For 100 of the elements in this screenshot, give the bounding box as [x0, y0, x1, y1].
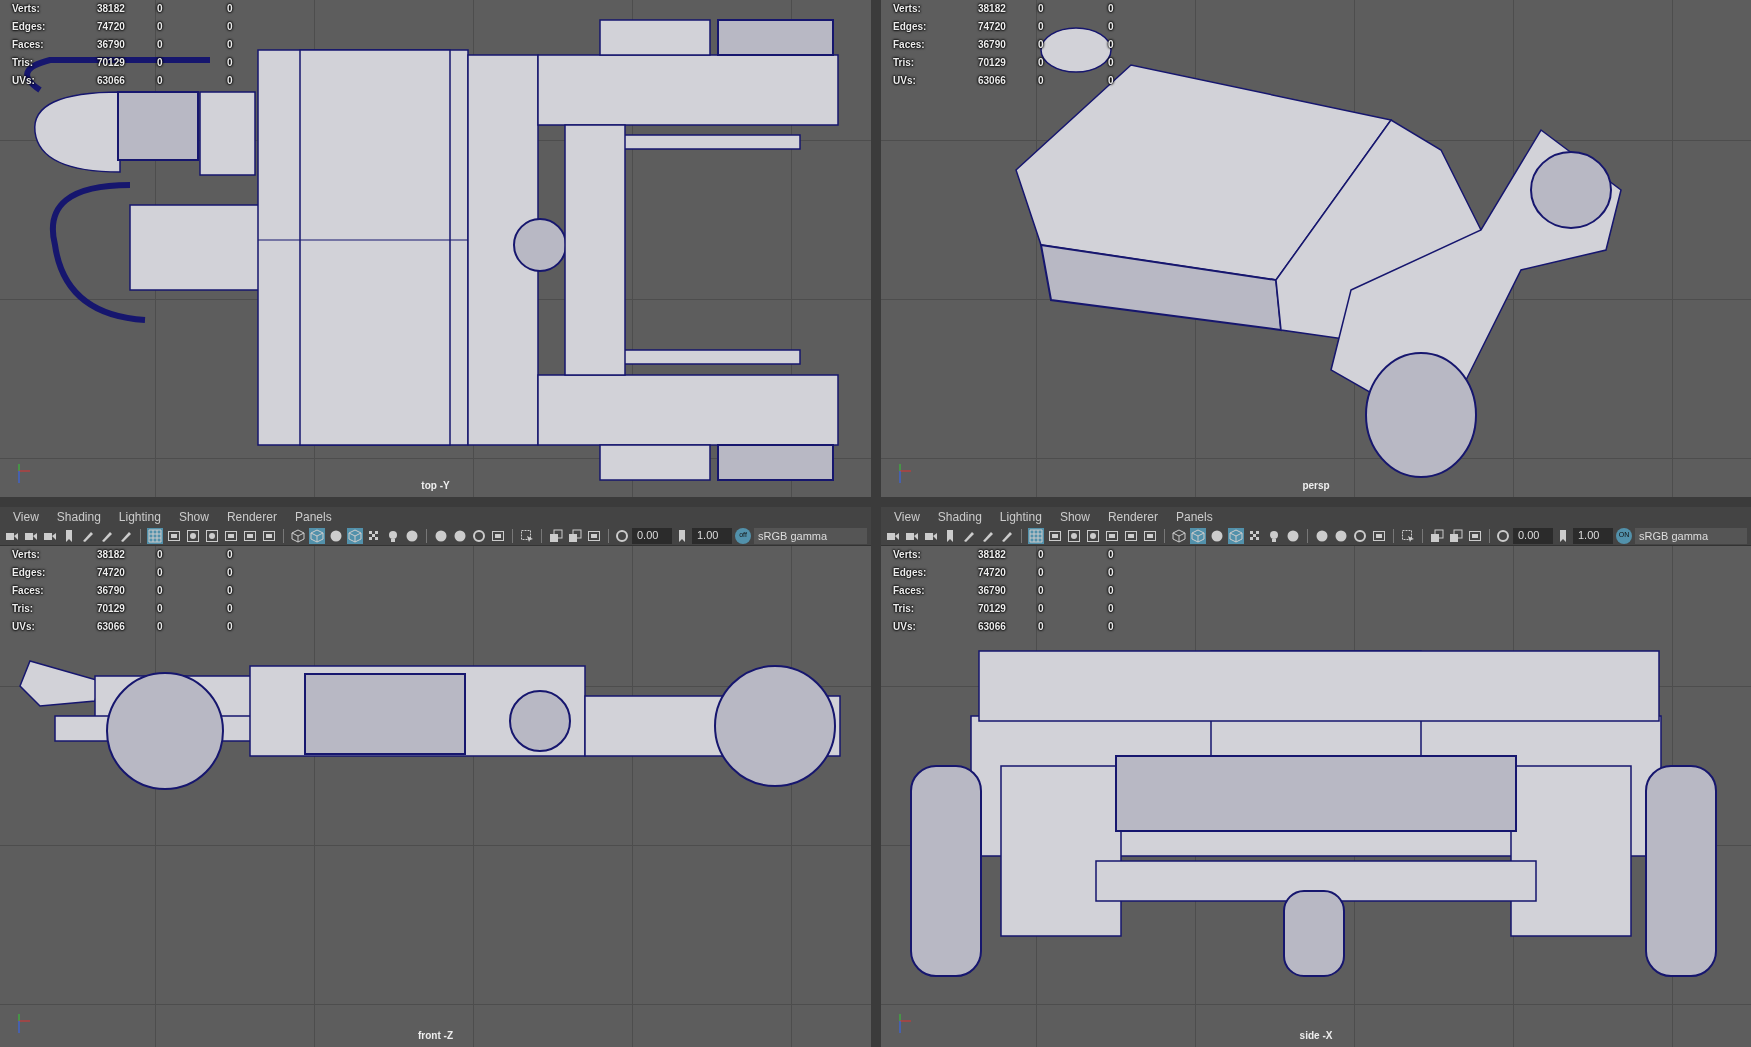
- hud-value: 0: [227, 566, 234, 580]
- menu-item[interactable]: Lighting: [109, 507, 170, 526]
- hud-value: 0: [1108, 566, 1115, 580]
- grid-icon: [148, 528, 162, 543]
- frame-icon: [1372, 528, 1386, 543]
- hud-label: UVs:: [12, 74, 36, 88]
- menu-item[interactable]: Lighting: [990, 507, 1051, 526]
- sphere-icon: [329, 528, 343, 543]
- color-space-label: sRGB gamma: [1635, 527, 1747, 544]
- hud-value: 0: [157, 38, 164, 52]
- toolbar-button[interactable]: [347, 527, 363, 544]
- hud-value: 70129: [97, 602, 126, 616]
- menu-item[interactable]: Renderer: [1098, 507, 1167, 526]
- hud-value: 63066: [978, 74, 1007, 88]
- gamma-field[interactable]: 1.00: [692, 527, 732, 544]
- toolbar-button[interactable]: [1028, 527, 1044, 544]
- menu-item[interactable]: Shading: [47, 507, 110, 526]
- hud-label: Verts:: [893, 2, 922, 16]
- toolbar-button[interactable]: [567, 527, 583, 544]
- hud-label: UVs:: [893, 620, 917, 634]
- hud-value: 38182: [978, 2, 1007, 16]
- toolbar-button[interactable]: [1171, 527, 1187, 544]
- hud-value: 0: [1038, 2, 1045, 16]
- hud-label: Tris:: [893, 602, 916, 616]
- hud-value: 0: [1038, 602, 1045, 616]
- toolbar-button[interactable]: [147, 527, 163, 544]
- toolbar-button[interactable]: [1429, 527, 1445, 544]
- hud-value: 38182: [97, 548, 126, 562]
- hud-label: Verts:: [12, 2, 41, 16]
- sphere-icon: [1210, 528, 1224, 543]
- light-bulb-icon: [1267, 528, 1281, 543]
- toolbar-button[interactable]: [1066, 527, 1082, 544]
- hud-value: 0: [227, 38, 234, 52]
- hud-value: 70129: [978, 602, 1007, 616]
- frame-icon: [224, 528, 238, 543]
- hud-label: Edges:: [893, 20, 928, 34]
- toolbar-button[interactable]: [1400, 527, 1416, 544]
- hud-label: Edges:: [893, 566, 928, 580]
- hud-label: Verts:: [12, 548, 41, 562]
- hud-label: Edges:: [12, 20, 47, 34]
- hud-value: 0: [1108, 38, 1115, 52]
- aperture-icon: [615, 528, 629, 543]
- cube-icon: [348, 528, 362, 543]
- toolbar-button[interactable]: [309, 527, 325, 544]
- toolbar-button[interactable]: [548, 527, 564, 544]
- frame-icon: [587, 528, 601, 543]
- hud-label: Tris:: [893, 56, 916, 70]
- hud-value: 0: [157, 566, 164, 580]
- toolbar-button[interactable]: [1352, 527, 1368, 544]
- toolbar-button[interactable]: [1085, 527, 1101, 544]
- hud-value: 74720: [97, 566, 126, 580]
- grid-icon: [1029, 528, 1043, 543]
- hud-value: 0: [227, 548, 234, 562]
- menu-item[interactable]: View: [885, 507, 929, 526]
- camera-name-label: top -Y: [421, 479, 450, 493]
- hud-label: Faces:: [893, 38, 926, 52]
- menu-item[interactable]: View: [4, 507, 48, 526]
- gamma-field[interactable]: 1.00: [1573, 527, 1613, 544]
- menu-item[interactable]: Shading: [928, 507, 991, 526]
- exposure-field[interactable]: 0.00: [1513, 527, 1553, 544]
- hud-value: 36790: [97, 584, 126, 598]
- hud-value: 0: [157, 20, 164, 34]
- frame-icon: [1124, 528, 1138, 543]
- hud-value: 38182: [97, 2, 126, 16]
- hud-value: 0: [227, 620, 234, 634]
- toolbar-button[interactable]: [519, 527, 535, 544]
- toolbar-button[interactable]: [204, 527, 220, 544]
- menu-item[interactable]: Show: [169, 507, 218, 526]
- frame-icon: [262, 528, 276, 543]
- cube-icon: [1191, 528, 1205, 543]
- sphere-icon: [1286, 528, 1300, 543]
- hud-value: 0: [1038, 620, 1045, 634]
- toolbar-button[interactable]: [185, 527, 201, 544]
- cube-icon: [310, 528, 324, 543]
- hud-value: 70129: [978, 56, 1007, 70]
- hud-value: 0: [157, 602, 164, 616]
- toolbar-button[interactable]: [290, 527, 306, 544]
- hud-value: 63066: [97, 74, 126, 88]
- menu-item[interactable]: Renderer: [217, 507, 286, 526]
- hud-value: 0: [157, 620, 164, 634]
- toolbar-button[interactable]: [1190, 527, 1206, 544]
- frame-icon: [1105, 528, 1119, 543]
- hud-value: 0: [1038, 74, 1045, 88]
- overlapping-squares-icon: [549, 528, 563, 543]
- camera-name-label: front -Z: [418, 1029, 453, 1043]
- hud-label: Verts:: [893, 548, 922, 562]
- hud-value: 0: [1108, 548, 1115, 562]
- exposure-field[interactable]: 0.00: [632, 527, 672, 544]
- hud-value: 0: [157, 548, 164, 562]
- hud-label: UVs:: [893, 74, 917, 88]
- toolbar-button[interactable]: [1448, 527, 1464, 544]
- toolbar-button[interactable]: [471, 527, 487, 544]
- hud-value: 0: [157, 74, 164, 88]
- toolbar-button[interactable]: [1228, 527, 1244, 544]
- hud-value: 0: [227, 602, 234, 616]
- menu-item[interactable]: Panels: [285, 507, 341, 526]
- menu-item[interactable]: Panels: [1166, 507, 1222, 526]
- hud-value: 36790: [978, 584, 1007, 598]
- menu-item[interactable]: Show: [1050, 507, 1099, 526]
- frame-icon: [1048, 528, 1062, 543]
